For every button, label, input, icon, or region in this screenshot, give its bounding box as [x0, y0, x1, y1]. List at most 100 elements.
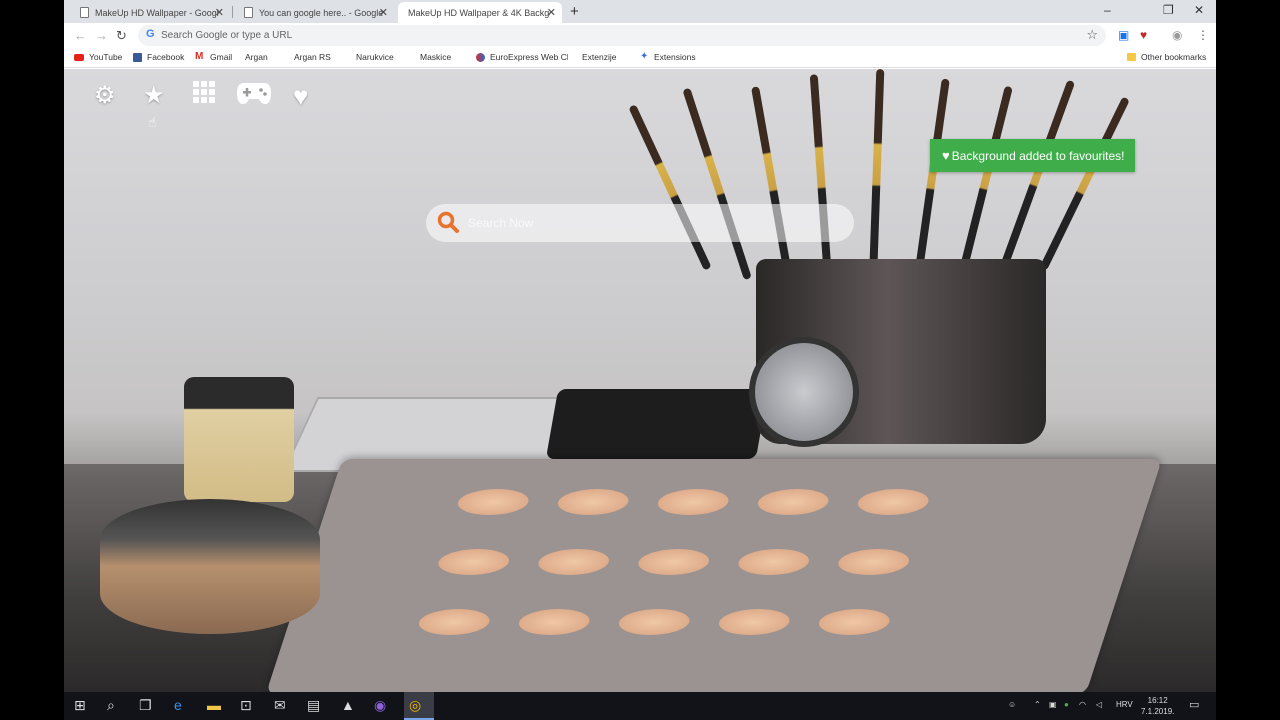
wifi-icon[interactable]: ◠ [1079, 700, 1086, 709]
bookmark-label: YouTube [89, 52, 123, 62]
close-icon[interactable]: ✕ [547, 6, 556, 19]
bookmark-argan[interactable]: Argan [245, 52, 268, 131]
tab-makeup-wallpaper[interactable]: MakeUp HD Wallpaper & 4K Backgro ✕ [398, 2, 562, 23]
euroexpress-icon [476, 52, 485, 62]
language-indicator[interactable]: HRV [1116, 700, 1133, 709]
tab-strip: MakeUp HD Wallpaper - Googl ✕ You can go… [64, 0, 1216, 23]
minimize-button[interactable]: – [1104, 3, 1111, 17]
palette-pan [453, 489, 533, 515]
chevron-up-icon[interactable]: ⌃ [1034, 700, 1041, 709]
wallpaper-brush [959, 85, 1013, 272]
page-icon [244, 7, 253, 18]
tray-app-icon[interactable]: ▣ [1049, 700, 1057, 709]
bookmark-label: Argan [245, 52, 268, 62]
bookmark-label: Argan RS [294, 52, 331, 62]
windows-start-icon[interactable]: ⊞ [74, 697, 86, 714]
wallpaper-brush [751, 86, 792, 275]
close-icon[interactable]: ✕ [215, 6, 224, 19]
profile-avatar-icon[interactable]: ◉ [1172, 28, 1182, 42]
mouse-pointer-icon: ☝ [148, 114, 157, 130]
wallpaper-mirror [749, 337, 859, 447]
wallpaper-brush [999, 79, 1076, 271]
system-clock[interactable]: 16:12 7.1.2019. [1141, 695, 1174, 717]
palette-pan [853, 489, 933, 515]
bookmark-label: Narukvice [356, 52, 394, 62]
search-icon[interactable] [436, 210, 460, 234]
bookmark-label: EuroExpress Web Cli [490, 52, 568, 62]
maximize-button[interactable]: ❐ [1163, 3, 1174, 17]
close-icon[interactable]: ✕ [379, 6, 388, 19]
wallpaper-page: ⚙ ★ ♥ ♥ Background added to [64, 69, 1216, 692]
viber-icon[interactable]: ◉ [374, 697, 386, 714]
palette-pan [614, 609, 694, 635]
wallpaper-powder-jar [184, 377, 294, 502]
heart-extension-icon[interactable]: ♥ [1140, 28, 1147, 42]
gmail-icon: M [195, 51, 204, 62]
tab-title: You can google here.. - Google [259, 7, 384, 18]
star-icon[interactable]: ★ [143, 81, 165, 110]
bookmark-star-icon[interactable]: ☆ [1086, 27, 1098, 43]
tray-status-icon[interactable]: ● [1064, 700, 1069, 709]
close-window-button[interactable]: ✕ [1194, 3, 1204, 17]
wallpaper-brush [869, 69, 885, 280]
palette-pan [753, 489, 833, 515]
palette-pan [514, 609, 594, 635]
bookmark-label: Other bookmarks [1141, 52, 1207, 62]
search-input[interactable] [468, 212, 838, 234]
volume-icon[interactable]: ◁ [1096, 700, 1102, 709]
clock-date: 7.1.2019. [1141, 707, 1175, 716]
mail-icon[interactable]: ✉ [274, 697, 286, 714]
store-icon[interactable]: ⊡ [240, 697, 252, 714]
windows-taskbar: ⊞ ⌕ ❐ e ▬ ⊡ ✉ ▤ ▲ ◉ ◎ ☺ ⌃ ▣ ● ◠ ◁ HRV 16… [64, 692, 1216, 720]
other-bookmarks[interactable]: Other bookmarks [1127, 52, 1206, 62]
bookmark-label: Gmail [210, 52, 233, 62]
forward-arrow-icon[interactable]: → [95, 28, 108, 43]
notifications-icon[interactable]: ▭ [1189, 698, 1199, 711]
bookmark-extenzije[interactable]: Extenzije [582, 52, 617, 131]
tab-google-search[interactable]: You can google here.. - Google ✕ [234, 2, 394, 23]
address-placeholder: Search Google or type a URL [161, 30, 293, 41]
bookmark-narukvice[interactable]: Narukvice [356, 52, 394, 131]
bookmark-facebook[interactable]: Facebook [133, 52, 184, 62]
back-arrow-icon[interactable]: ← [74, 28, 87, 43]
screen-border-left [0, 0, 64, 692]
facebook-icon [133, 52, 142, 62]
bookmark-gmail[interactable]: M Gmail [195, 51, 233, 63]
wallpaper-brush [682, 87, 752, 281]
gear-icon[interactable]: ⚙ [94, 81, 116, 110]
bookmark-youtube[interactable]: YouTube [74, 52, 122, 62]
apps-grid-icon[interactable] [193, 81, 215, 110]
menu-kebab-icon[interactable]: ⋮ [1197, 28, 1209, 42]
palette-pan [434, 549, 513, 575]
notepad-icon[interactable]: ▤ [307, 697, 320, 714]
search-icon[interactable]: ⌕ [107, 697, 115, 714]
tab-makeup-google[interactable]: MakeUp HD Wallpaper - Googl ✕ [70, 2, 230, 23]
palette-pan [714, 609, 794, 635]
file-explorer-icon[interactable]: ▬ [207, 697, 221, 713]
heart-icon[interactable]: ♥ [293, 81, 308, 112]
bookmark-euroexpress[interactable]: EuroExpress Web Cli [476, 52, 568, 62]
favourite-toast: ♥ Background added to favourites! [930, 139, 1135, 172]
wallpaper-palette [265, 459, 1163, 692]
bookmark-maskice[interactable]: Maskice [420, 52, 451, 131]
tab-separator [232, 6, 233, 18]
tab-title: MakeUp HD Wallpaper - Googl [95, 7, 219, 18]
gamepad-icon[interactable] [236, 81, 272, 112]
reload-icon[interactable]: ↻ [116, 28, 127, 44]
new-extension-icon[interactable]: ▣ [1118, 28, 1129, 42]
bookmark-label: Extensions [654, 52, 696, 62]
chrome-icon[interactable]: ◎ [409, 697, 421, 714]
bookmark-extensions[interactable]: ✦ Extensions [640, 52, 696, 63]
people-icon[interactable]: ☺ [1008, 700, 1016, 709]
palette-pan [814, 609, 894, 635]
bookmark-argan-rs[interactable]: Argan RS [294, 52, 331, 131]
address-bar[interactable]: G Search Google or type a URL ☆ [138, 25, 1106, 46]
edge-browser-icon[interactable]: e [174, 697, 182, 713]
page-icon [80, 7, 89, 18]
palette-pan [653, 489, 733, 515]
wallpaper-foundation-jar [100, 499, 320, 634]
task-view-icon[interactable]: ❐ [139, 697, 152, 714]
palette-pan [834, 549, 913, 575]
photos-icon[interactable]: ▲ [341, 697, 355, 713]
new-tab-button[interactable]: + [570, 3, 579, 20]
